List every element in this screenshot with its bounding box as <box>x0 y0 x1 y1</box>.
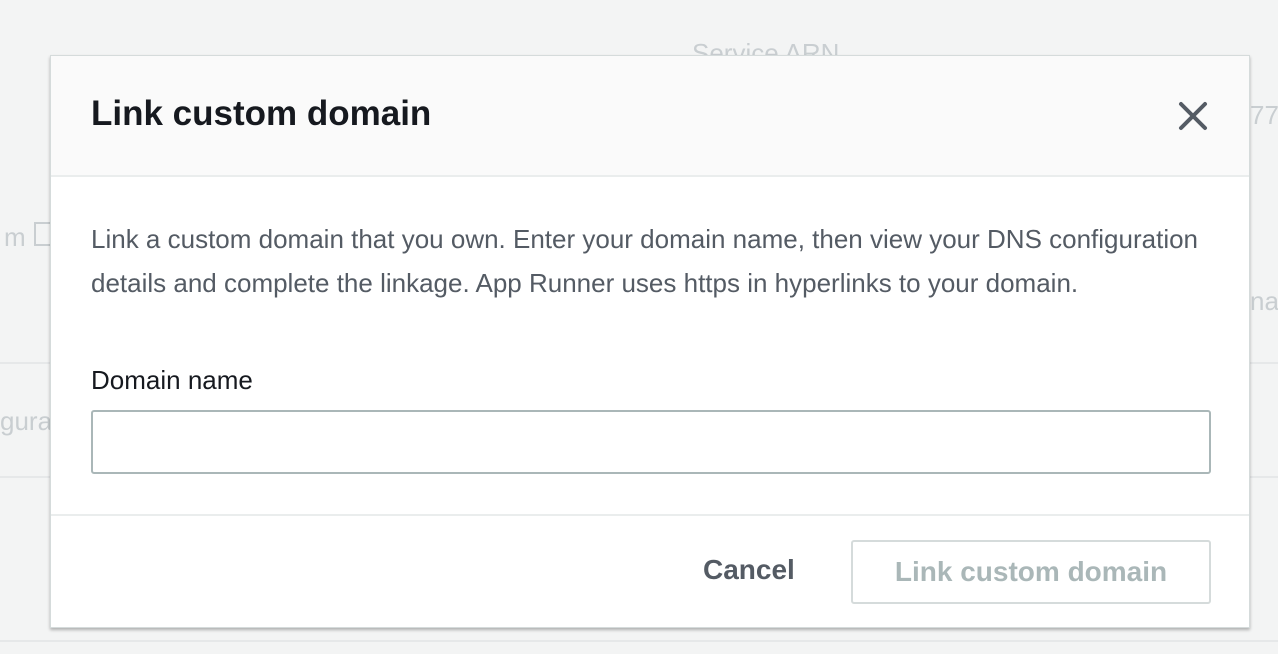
cancel-button[interactable]: Cancel <box>703 554 795 586</box>
link-custom-domain-button[interactable]: Link custom domain <box>851 540 1211 604</box>
modal-header: Link custom domain <box>51 56 1249 177</box>
background-text-fragment: m <box>4 222 26 252</box>
domain-name-input[interactable] <box>91 410 1211 474</box>
link-custom-domain-modal: Link custom domain Link a custom domain … <box>50 55 1250 628</box>
modal-title: Link custom domain <box>91 94 432 133</box>
domain-name-label: Domain name <box>91 365 253 395</box>
background-text-fragment: na <box>1250 286 1278 316</box>
modal-footer: Cancel Link custom domain <box>51 514 1249 628</box>
background-text-fragment: gura <box>0 406 53 436</box>
divider <box>0 640 1278 642</box>
close-icon <box>1179 102 1207 130</box>
service-arn-fragment: 77 <box>1250 100 1278 130</box>
close-button[interactable] <box>1173 96 1213 136</box>
modal-description: Link a custom domain that you own. Enter… <box>91 224 1199 298</box>
